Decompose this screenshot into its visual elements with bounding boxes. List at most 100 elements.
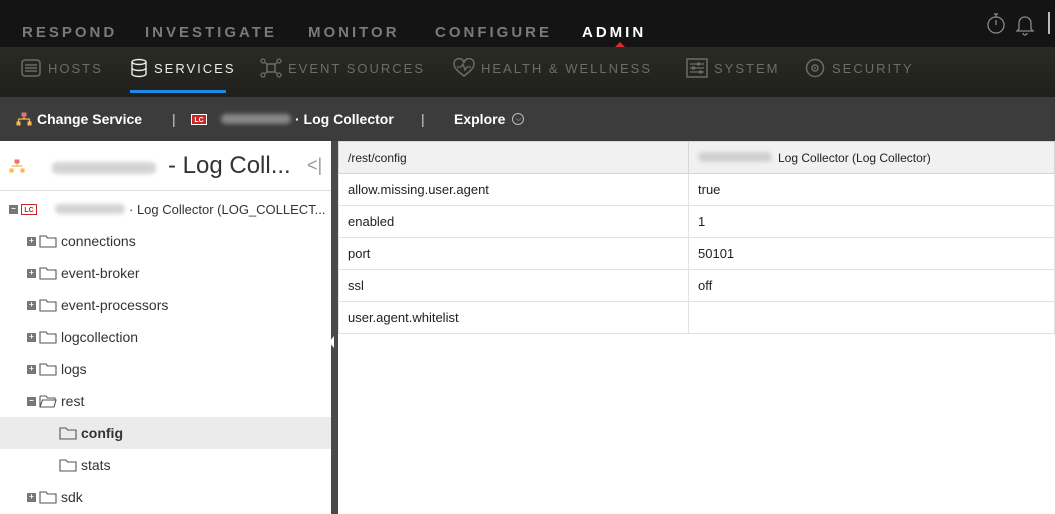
- nav-admin[interactable]: ADMIN: [582, 24, 646, 41]
- top-nav-divider: [1048, 12, 1050, 34]
- property-name: allow.missing.user.agent: [338, 173, 689, 206]
- change-service-icon: [16, 112, 32, 126]
- active-tab-underline: [130, 90, 226, 93]
- folder-icon: [39, 234, 57, 248]
- notification-bell-icon[interactable]: [1014, 12, 1036, 36]
- tree-root-node[interactable]: − LC · Log Collector (LOG_COLLECT...: [0, 193, 331, 225]
- folder-icon: [39, 330, 57, 344]
- property-value[interactable]: [688, 301, 1055, 334]
- tree-node-label: config: [81, 425, 123, 441]
- tree-node-rest[interactable]: − rest: [0, 385, 331, 417]
- expand-icon[interactable]: +: [27, 332, 36, 342]
- folder-icon: [59, 458, 77, 472]
- system-icon: [686, 58, 708, 78]
- expand-icon[interactable]: +: [27, 364, 36, 374]
- config-properties-panel: /rest/config Log Collector (Log Collecto…: [338, 141, 1055, 514]
- subnav-event-sources-label: EVENT SOURCES: [288, 60, 426, 76]
- log-collector-badge: LC: [21, 203, 37, 215]
- explore-menu-button[interactable]: Explore ⌵: [454, 97, 525, 141]
- expand-icon[interactable]: +: [27, 492, 36, 502]
- property-name: ssl: [338, 269, 689, 302]
- folder-icon: [39, 490, 57, 504]
- tree-node-label: logcollection: [61, 329, 139, 345]
- table-row[interactable]: enabled 1: [338, 205, 1055, 238]
- subnav-services[interactable]: SERVICES: [130, 57, 236, 79]
- property-value[interactable]: 1: [688, 205, 1055, 238]
- hosts-icon: [21, 59, 41, 77]
- property-value[interactable]: true: [688, 173, 1055, 206]
- nav-respond[interactable]: RESPOND: [22, 24, 117, 41]
- subnav-event-sources[interactable]: EVENT SOURCES: [260, 57, 425, 79]
- tree-node-label: logs: [61, 361, 87, 377]
- tree-node-config[interactable]: config: [0, 417, 331, 449]
- table-header-row: /rest/config Log Collector (Log Collecto…: [338, 141, 1055, 174]
- chevron-down-icon: ⌵: [512, 113, 525, 125]
- subnav-hosts-label: HOSTS: [48, 60, 103, 76]
- nav-monitor[interactable]: MONITOR: [308, 24, 400, 41]
- property-value[interactable]: 50101: [688, 237, 1055, 270]
- subnav-health-wellness[interactable]: HEALTH & WELLNESS: [453, 57, 652, 79]
- folder-icon: [59, 426, 77, 440]
- subnav-system[interactable]: SYSTEM: [686, 57, 779, 79]
- table-row[interactable]: ssl off: [338, 269, 1055, 302]
- tree-panel-title: - Log Coll...: [168, 152, 291, 179]
- change-service-button[interactable]: Change Service: [16, 97, 142, 141]
- subnav-security-label: SECURITY: [832, 60, 914, 76]
- redacted-host-name: [55, 204, 125, 214]
- security-shield-icon: [805, 58, 825, 78]
- redacted-host-name: [52, 162, 156, 174]
- tree-node-event-broker[interactable]: + event-broker: [0, 257, 331, 289]
- expand-icon[interactable]: +: [27, 300, 36, 310]
- tree-root-label: · Log Collector (LOG_COLLECT...: [129, 201, 326, 217]
- tree-node-stats[interactable]: stats: [0, 449, 331, 481]
- collapse-icon[interactable]: −: [27, 396, 36, 406]
- tree-node-label: connections: [61, 233, 136, 249]
- panel-splitter[interactable]: [329, 141, 338, 514]
- subnav-hosts[interactable]: HOSTS: [20, 57, 103, 79]
- nav-investigate[interactable]: INVESTIGATE: [145, 24, 277, 41]
- tree-node-event-processors[interactable]: + event-processors: [0, 289, 331, 321]
- subnav-health-wellness-label: HEALTH & WELLNESS: [481, 60, 653, 76]
- subnav-security[interactable]: SECURITY: [804, 57, 914, 79]
- event-sources-icon: [260, 58, 282, 78]
- open-folder-icon: [39, 394, 57, 408]
- property-value[interactable]: off: [688, 269, 1055, 302]
- nav-configure[interactable]: CONFIGURE: [435, 24, 552, 41]
- top-navigation-bar: RESPOND INVESTIGATE MONITOR CONFIGURE AD…: [0, 0, 1055, 47]
- tree-node-label: stats: [81, 457, 111, 473]
- admin-sub-navigation: HOSTS SERVICES EVENT SOURCES HEALTH & WE…: [0, 47, 1055, 97]
- tree-node-label: rest: [61, 393, 85, 409]
- node-tree-panel: - Log Coll... <| − LC · Log Collector (L…: [0, 141, 331, 514]
- column-header-service: Log Collector (Log Collector): [688, 141, 1055, 174]
- property-name: enabled: [338, 205, 689, 238]
- subnav-system-label: SYSTEM: [714, 60, 780, 76]
- property-name: port: [338, 237, 689, 270]
- current-service[interactable]: LC · Log Collector: [191, 97, 394, 141]
- toolbar-separator: |: [172, 111, 176, 127]
- service-toolbar: Change Service | LC · Log Collector | Ex…: [0, 97, 1055, 141]
- database-icon: [131, 58, 147, 78]
- timer-icon[interactable]: [985, 12, 1007, 36]
- column-header-path: /rest/config: [338, 141, 689, 174]
- folder-icon: [39, 362, 57, 376]
- folder-icon: [39, 298, 57, 312]
- service-name: · Log Collector: [295, 111, 394, 127]
- subnav-services-label: SERVICES: [154, 60, 236, 76]
- tree-node-logcollection[interactable]: + logcollection: [0, 321, 331, 353]
- tree-node-logs[interactable]: + logs: [0, 353, 331, 385]
- expand-icon[interactable]: +: [27, 236, 36, 246]
- property-name: user.agent.whitelist: [338, 301, 689, 334]
- tree-node-connections[interactable]: + connections: [0, 225, 331, 257]
- tree-panel-header: - Log Coll... <|: [0, 141, 331, 191]
- collapse-icon[interactable]: −: [9, 204, 18, 214]
- change-service-icon[interactable]: [9, 159, 25, 173]
- config-properties-table: /rest/config Log Collector (Log Collecto…: [338, 141, 1055, 334]
- collapse-panel-icon[interactable]: <|: [307, 155, 322, 176]
- tree-node-sdk[interactable]: + sdk: [0, 481, 331, 513]
- health-heart-icon: [453, 58, 475, 77]
- table-row[interactable]: user.agent.whitelist: [338, 301, 1055, 334]
- table-row[interactable]: allow.missing.user.agent true: [338, 173, 1055, 206]
- table-row[interactable]: port 50101: [338, 237, 1055, 270]
- expand-icon[interactable]: +: [27, 268, 36, 278]
- splitter-collapse-arrow[interactable]: [329, 336, 334, 348]
